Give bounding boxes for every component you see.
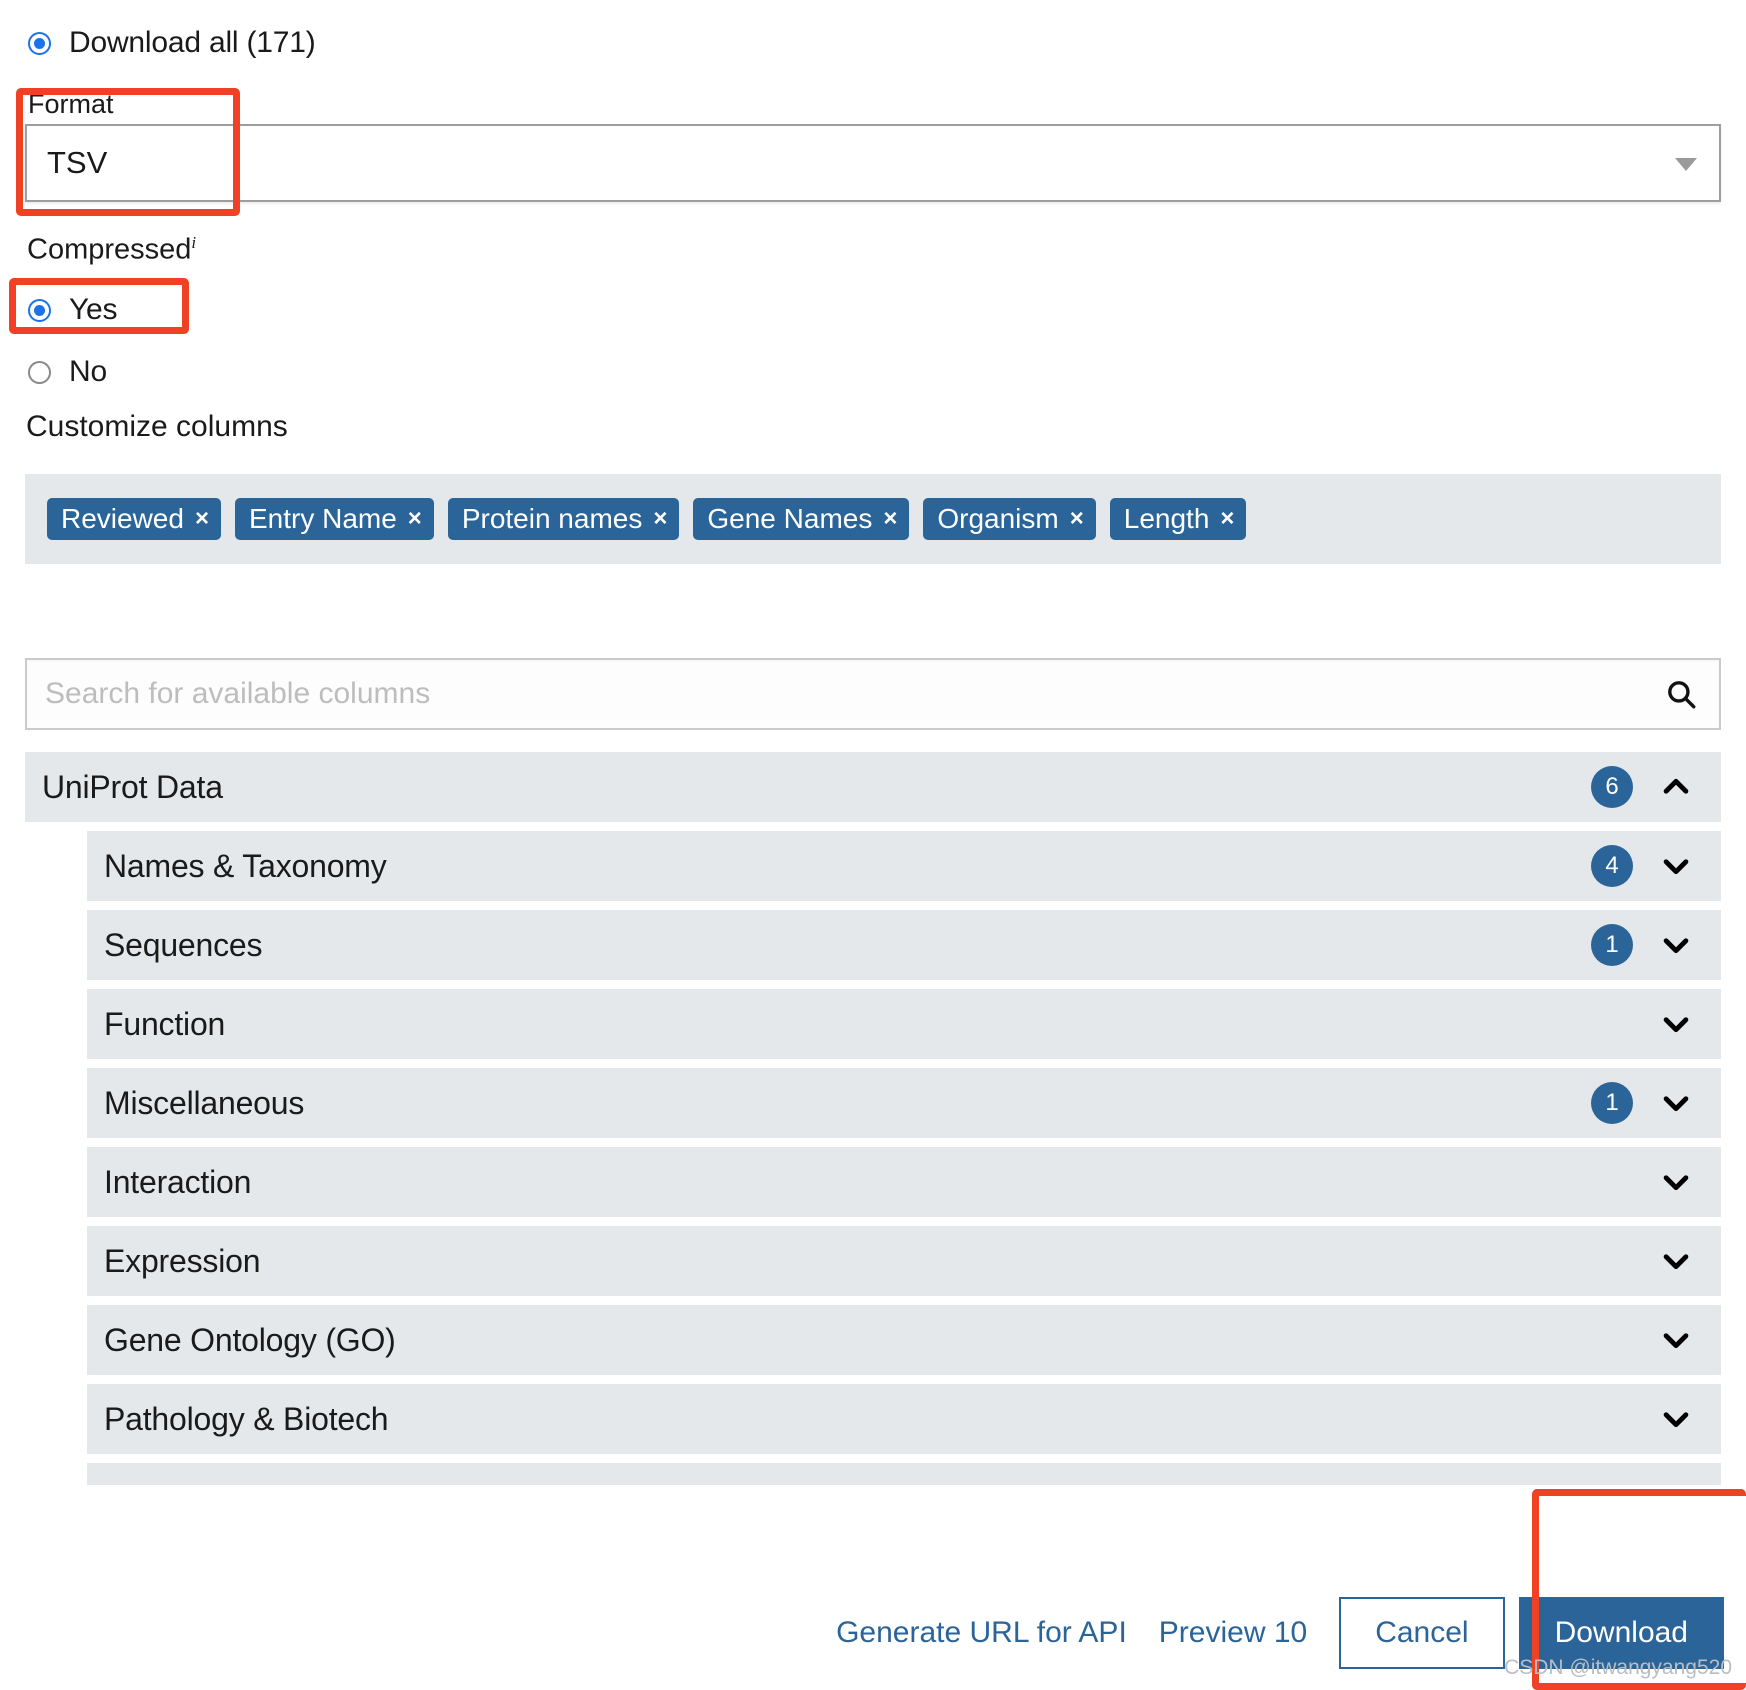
compressed-no-label: No <box>69 355 107 388</box>
column-group-list: UniProt Data 6 Names & Taxonomy 4 Sequen… <box>25 752 1721 1494</box>
cancel-button[interactable]: Cancel <box>1339 1596 1505 1669</box>
generate-url-button[interactable]: Generate URL for API <box>820 1616 1143 1650</box>
group-label: Function <box>104 1005 226 1042</box>
group-count-badge: 6 <box>1591 766 1633 808</box>
column-chip-protein-names[interactable]: Protein names × <box>447 498 680 540</box>
group-label: Gene Ontology (GO) <box>104 1321 396 1358</box>
chip-label: Protein names <box>461 503 643 534</box>
column-chip-reviewed[interactable]: Reviewed × <box>47 498 221 540</box>
chip-label: Length <box>1123 503 1210 534</box>
chip-label: Entry Name <box>248 503 397 534</box>
download-all-label: Download all (171) <box>69 26 316 59</box>
group-count-badge <box>1591 1003 1633 1045</box>
group-label: Expression <box>104 1242 261 1279</box>
group-count-badge: 1 <box>1591 1082 1633 1124</box>
format-select[interactable]: TSV <box>25 124 1721 202</box>
group-label: Pathology & Biotech <box>104 1400 389 1437</box>
chevron-down-icon[interactable] <box>1659 1402 1693 1436</box>
chevron-down-icon[interactable] <box>1659 928 1693 962</box>
group-function[interactable]: Function <box>87 989 1721 1059</box>
close-icon[interactable]: × <box>1220 507 1234 531</box>
group-uniprot-data[interactable]: UniProt Data 6 <box>25 752 1721 822</box>
group-interaction[interactable]: Interaction <box>87 1147 1721 1217</box>
column-chip-gene-names[interactable]: Gene Names × <box>693 498 910 540</box>
selected-columns-bar: Reviewed × Entry Name × Protein names × … <box>25 474 1721 564</box>
chip-label: Reviewed <box>61 503 184 534</box>
column-chip-length[interactable]: Length × <box>1109 498 1247 540</box>
customize-columns-label: Customize columns <box>26 410 288 443</box>
compressed-label: Compressedi <box>27 233 196 267</box>
compressed-yes-label: Yes <box>69 293 118 326</box>
column-search-box[interactable] <box>25 658 1721 730</box>
download-dialog: Download all (171) Format TSV Compressed… <box>0 0 1746 1690</box>
chevron-down-icon[interactable] <box>1659 1165 1693 1199</box>
group-gene-ontology[interactable]: Gene Ontology (GO) <box>87 1305 1721 1375</box>
group-count-badge: 4 <box>1591 845 1633 887</box>
group-names-taxonomy[interactable]: Names & Taxonomy 4 <box>87 831 1721 901</box>
group-count-badge <box>1591 1319 1633 1361</box>
chip-label: Organism <box>937 503 1059 534</box>
group-label: Sequences <box>104 926 263 963</box>
radio-download-all[interactable] <box>28 31 51 55</box>
compressed-label-text: Compressed <box>27 233 192 266</box>
format-selected-value: TSV <box>47 145 108 180</box>
watermark: CSDN @itwangyang520 <box>1504 1656 1732 1679</box>
chip-label: Gene Names <box>707 503 873 534</box>
group-partial-next[interactable] <box>87 1463 1721 1485</box>
chevron-down-icon[interactable] <box>1659 1007 1693 1041</box>
group-expression[interactable]: Expression <box>87 1226 1721 1296</box>
group-label: Names & Taxonomy <box>104 847 387 884</box>
dialog-footer: Generate URL for API Preview 10 Cancel D… <box>0 1575 1746 1690</box>
info-icon[interactable]: i <box>191 233 196 252</box>
group-label: Interaction <box>104 1163 252 1200</box>
group-count-badge <box>1591 1161 1633 1203</box>
radio-compressed-yes[interactable] <box>28 298 51 322</box>
close-icon[interactable]: × <box>883 507 897 531</box>
group-label: Miscellaneous <box>104 1084 305 1121</box>
compressed-option-no[interactable]: No <box>28 355 107 389</box>
group-label: UniProt Data <box>42 768 223 805</box>
chevron-up-icon[interactable] <box>1659 770 1693 804</box>
group-miscellaneous[interactable]: Miscellaneous 1 <box>87 1068 1721 1138</box>
close-icon[interactable]: × <box>408 507 422 531</box>
radio-compressed-no[interactable] <box>28 360 51 384</box>
group-count-badge <box>1591 1398 1633 1440</box>
close-icon[interactable]: × <box>195 507 209 531</box>
close-icon[interactable]: × <box>653 507 667 531</box>
search-input[interactable] <box>27 660 1653 728</box>
chevron-down-icon[interactable] <box>1659 849 1693 883</box>
group-count-badge: 1 <box>1591 924 1633 966</box>
column-chip-organism[interactable]: Organism × <box>923 498 1096 540</box>
chevron-down-icon[interactable] <box>1659 1086 1693 1120</box>
chevron-down-icon[interactable] <box>1659 1323 1693 1357</box>
column-chip-entry-name[interactable]: Entry Name × <box>234 498 434 540</box>
chevron-down-icon <box>1675 158 1697 171</box>
close-icon[interactable]: × <box>1070 507 1084 531</box>
group-sequences[interactable]: Sequences 1 <box>87 910 1721 980</box>
search-icon[interactable] <box>1653 677 1709 711</box>
group-pathology-biotech[interactable]: Pathology & Biotech <box>87 1384 1721 1454</box>
download-all-option[interactable]: Download all (171) <box>28 26 316 60</box>
chevron-down-icon[interactable] <box>1659 1244 1693 1278</box>
compressed-option-yes[interactable]: Yes <box>28 293 118 327</box>
format-label: Format <box>28 89 114 119</box>
group-count-badge <box>1591 1240 1633 1282</box>
preview-button[interactable]: Preview 10 <box>1143 1616 1323 1650</box>
